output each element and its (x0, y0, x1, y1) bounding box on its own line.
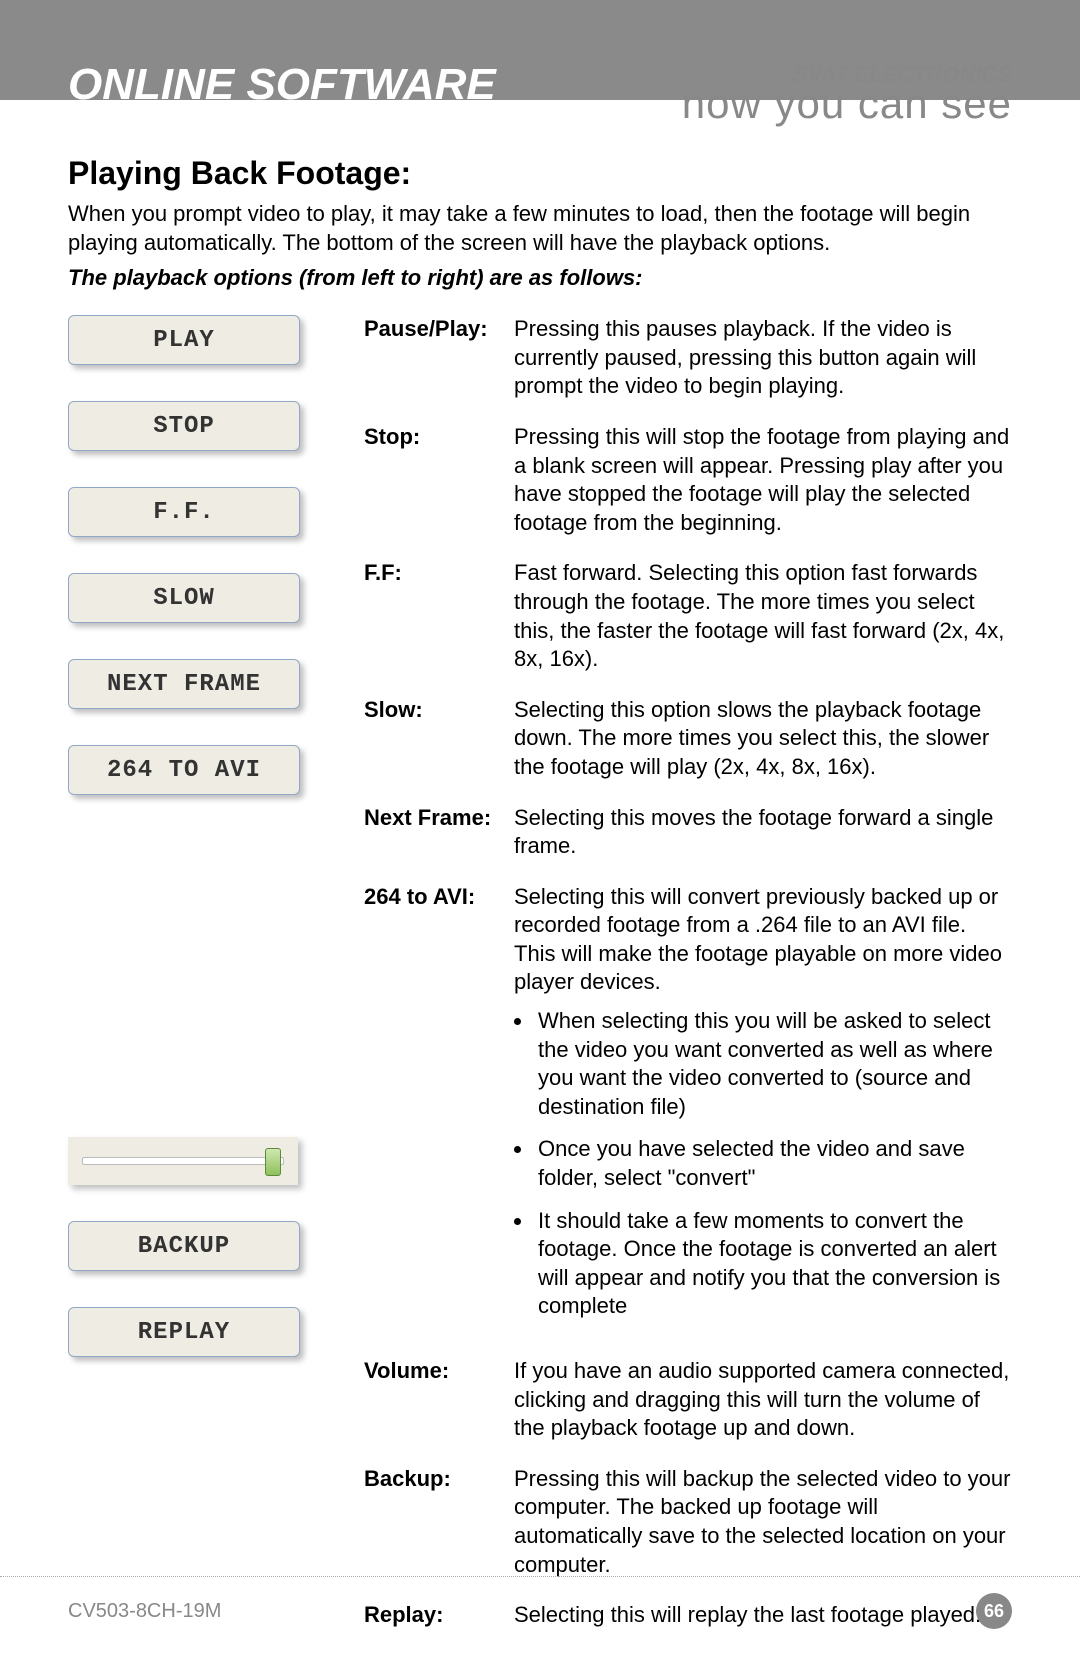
text-volume: If you have an audio supported camera co… (514, 1357, 1012, 1443)
to-avi-button-label: 264 TO AVI (107, 757, 261, 784)
desc-stop: Stop: Pressing this will stop the footag… (364, 423, 1012, 537)
replay-button[interactable]: REPLAY (68, 1307, 300, 1357)
label-volume: Volume: (364, 1357, 514, 1443)
description-column: Pause/Play: Pressing this pauses playbac… (364, 315, 1012, 1652)
ff-button-label: F.F. (153, 499, 215, 526)
label-to-avi: 264 to AVI: (364, 883, 514, 1335)
slow-button[interactable]: SLOW (68, 573, 300, 623)
options-lead: The playback options (from left to right… (68, 265, 1012, 291)
label-ff: F.F: (364, 559, 514, 673)
replay-button-label: REPLAY (138, 1319, 230, 1346)
brand-block: SVAT ELECTRONICS now you can see (682, 62, 1012, 128)
desc-next-frame: Next Frame: Selecting this moves the foo… (364, 804, 1012, 861)
play-button-label: PLAY (153, 327, 215, 354)
play-button[interactable]: PLAY (68, 315, 300, 365)
slow-button-label: SLOW (153, 585, 215, 612)
volume-slider[interactable] (68, 1137, 298, 1185)
brand-tagline: now you can see (682, 80, 1012, 128)
backup-button[interactable]: BACKUP (68, 1221, 300, 1271)
label-stop: Stop: (364, 423, 514, 537)
text-pause-play: Pressing this pauses playback. If the vi… (514, 315, 1012, 401)
text-next-frame: Selecting this moves the footage forward… (514, 804, 1012, 861)
desc-pause-play: Pause/Play: Pressing this pauses playbac… (364, 315, 1012, 401)
text-to-avi-main: Selecting this will convert previously b… (514, 884, 1002, 995)
to-avi-bullet-3: It should take a few moments to convert … (534, 1207, 1012, 1321)
text-slow: Selecting this option slows the playback… (514, 696, 1012, 782)
to-avi-bullet-list: When selecting this you will be asked to… (534, 1007, 1012, 1321)
desc-ff: F.F: Fast forward. Selecting this option… (364, 559, 1012, 673)
model-number: CV503-8CH-19M (68, 1600, 221, 1623)
stop-button[interactable]: STOP (68, 401, 300, 451)
slider-track (82, 1157, 284, 1165)
to-avi-button[interactable]: 264 TO AVI (68, 745, 300, 795)
text-to-avi: Selecting this will convert previously b… (514, 883, 1012, 1335)
desc-volume: Volume: If you have an audio supported c… (364, 1357, 1012, 1443)
button-column: PLAY STOP F.F. SLOW NEXT FRAME 264 TO AV… (68, 315, 328, 1652)
backup-button-label: BACKUP (138, 1233, 230, 1260)
next-frame-button[interactable]: NEXT FRAME (68, 659, 300, 709)
label-pause-play: Pause/Play: (364, 315, 514, 401)
content-area: Playing Back Footage: When you prompt vi… (0, 100, 1080, 1652)
stop-button-label: STOP (153, 413, 215, 440)
desc-to-avi: 264 to AVI: Selecting this will convert … (364, 883, 1012, 1335)
desc-backup: Backup: Pressing this will backup the se… (364, 1465, 1012, 1579)
to-avi-bullet-2: Once you have selected the video and sav… (534, 1135, 1012, 1192)
label-backup: Backup: (364, 1465, 514, 1579)
label-slow: Slow: (364, 696, 514, 782)
intro-paragraph: When you prompt video to play, it may ta… (68, 200, 1012, 257)
page-number-badge: 66 (976, 1593, 1012, 1629)
page-footer: CV503-8CH-19M 66 (0, 1576, 1080, 1629)
text-ff: Fast forward. Selecting this option fast… (514, 559, 1012, 673)
ff-button[interactable]: F.F. (68, 487, 300, 537)
text-backup: Pressing this will backup the selected v… (514, 1465, 1012, 1579)
to-avi-bullet-1: When selecting this you will be asked to… (534, 1007, 1012, 1121)
text-stop: Pressing this will stop the footage from… (514, 423, 1012, 537)
page-header-title: ONLINE SOFTWARE (68, 60, 496, 110)
next-frame-button-label: NEXT FRAME (107, 671, 261, 698)
section-title: Playing Back Footage: (68, 155, 1012, 192)
desc-slow: Slow: Selecting this option slows the pl… (364, 696, 1012, 782)
slider-handle[interactable] (265, 1148, 281, 1176)
label-next-frame: Next Frame: (364, 804, 514, 861)
